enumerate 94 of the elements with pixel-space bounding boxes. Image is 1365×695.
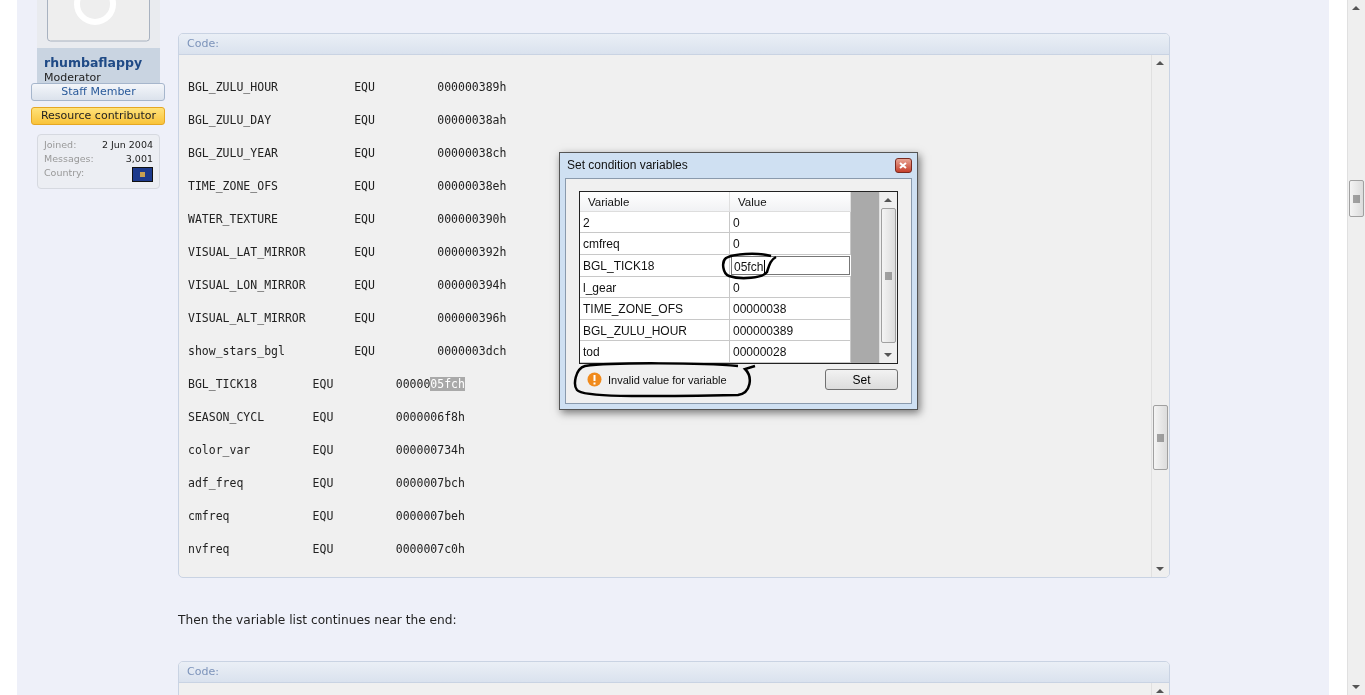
code-symbol: BGL_ZULU_HOUR	[188, 80, 278, 94]
dialog-title: Set condition variables	[567, 158, 688, 172]
code-symbol: color_var	[188, 443, 251, 457]
paragraph: Then the variable list continues near the end:	[178, 613, 457, 627]
scroll-thumb[interactable]	[1153, 405, 1168, 470]
code-header: Code:	[179, 34, 1169, 55]
code-symbol: SEASON_CYCL	[188, 410, 265, 424]
scroll-up-icon[interactable]	[884, 197, 893, 203]
value-input[interactable]: 05fch	[731, 255, 850, 275]
user-banner: Resource contributor	[31, 107, 166, 125]
close-icon	[899, 161, 908, 169]
grid-cell[interactable]: 00000038	[730, 298, 851, 319]
code-symbol: BGL_ZULU_DAY	[188, 113, 272, 127]
code-keyword: EQU	[312, 410, 334, 424]
code-keyword: EQU	[312, 509, 334, 523]
scroll-thumb[interactable]	[1349, 180, 1364, 217]
code-value: 000000734h	[395, 443, 465, 457]
code-value: 000000394h	[437, 278, 507, 292]
code-value: 0000007bch	[395, 476, 465, 490]
scroll-up-icon[interactable]	[1156, 688, 1165, 694]
code-value: 00000038ah	[437, 113, 507, 127]
code-symbol: nvfreq	[188, 542, 230, 556]
grid-cell[interactable]: 0	[730, 211, 851, 233]
scrollbar[interactable]	[1151, 55, 1169, 577]
scroll-up-icon[interactable]	[1352, 5, 1361, 11]
user-name[interactable]: rhumbaflappy	[37, 48, 160, 70]
error-message: Invalid value for variable	[608, 373, 727, 386]
scrollbar[interactable]	[1347, 0, 1365, 695]
code-symbol: WATER_TEXTURE	[188, 212, 278, 226]
code-value: 0000003dch	[437, 344, 507, 358]
scroll-down-icon[interactable]	[1352, 684, 1361, 690]
code-symbol: BGL_TICK18	[188, 377, 258, 391]
code-keyword: EQU	[312, 377, 334, 391]
scroll-thumb[interactable]	[881, 208, 896, 343]
selected-text: 05fch	[430, 377, 465, 391]
code-keyword: EQU	[354, 146, 375, 160]
code-header: Code:	[179, 662, 1169, 683]
warning-icon	[587, 372, 602, 387]
code-value: 00000038eh	[437, 179, 507, 193]
code-keyword: EQU	[312, 542, 334, 556]
scroll-down-icon[interactable]	[1156, 566, 1165, 572]
code-symbol: VISUAL_ALT_MIRROR	[188, 311, 306, 325]
info-label: Country:	[44, 167, 86, 180]
flag-icon	[132, 167, 153, 182]
grid-cell[interactable]: BGL_TICK18	[580, 254, 730, 276]
code-symbol: BGL_ZULU_YEAR	[188, 146, 278, 160]
code-symbol: adf_freq	[188, 476, 244, 490]
grid-cell[interactable]: BGL_ZULU_HOUR	[580, 319, 730, 341]
code-symbol: VISUAL_LON_MIRROR	[188, 278, 306, 292]
column-header[interactable]: Variable	[580, 192, 730, 211]
grid-cell[interactable]: l_gear	[580, 276, 730, 298]
grid-cell[interactable]: 00000028	[730, 341, 851, 362]
user-title: Moderator	[43, 70, 102, 85]
code-value: 000000389h	[437, 80, 507, 94]
code-keyword: EQU	[354, 278, 375, 292]
grid-cell[interactable]: 000000389	[730, 319, 851, 341]
grid-cell[interactable]: 0	[730, 276, 851, 298]
code-value: 0000007beh	[395, 509, 465, 523]
code-keyword: EQU	[354, 113, 375, 127]
code-value: 0000005fch	[395, 377, 465, 391]
info-value: 3,001	[125, 153, 153, 164]
column-header[interactable]: Value	[730, 192, 851, 211]
code-value: 0000006f8h	[395, 410, 465, 424]
code-keyword: EQU	[354, 212, 375, 226]
grid-cell[interactable]: cmfreq	[580, 233, 730, 254]
code-symbol: show_stars_bgl	[188, 344, 285, 358]
code-symbol: VISUAL_LAT_MIRROR	[188, 245, 306, 259]
code-keyword: EQU	[354, 311, 375, 325]
info-label: Joined:	[44, 139, 78, 150]
code-value: 00000038ch	[437, 146, 507, 160]
code-symbol: cmfreq	[188, 509, 230, 523]
code-value: 000000392h	[437, 245, 507, 259]
grid-cell[interactable]: 2	[580, 211, 730, 233]
scrollbar[interactable]	[879, 192, 897, 363]
scroll-down-icon[interactable]	[884, 352, 893, 358]
code-value: 000000396h	[437, 311, 507, 325]
info-value: 2 Jun 2004	[101, 139, 153, 150]
set-button[interactable]: Set	[825, 369, 898, 390]
grid-cell[interactable]: 0	[730, 233, 851, 254]
info-label: Messages:	[44, 153, 94, 164]
grid-cell[interactable]: TIME_ZONE_OFS	[580, 298, 730, 319]
code-value: 000000390h	[437, 212, 507, 226]
grid-cell[interactable]: tod	[580, 341, 730, 362]
code-keyword: EQU	[354, 80, 375, 94]
close-button[interactable]	[895, 157, 912, 173]
scroll-up-icon[interactable]	[1156, 60, 1165, 66]
code-keyword: EQU	[354, 245, 375, 259]
code-keyword: EQU	[354, 344, 375, 358]
code-symbol: TIME_ZONE_OFS	[188, 179, 278, 193]
code-keyword: EQU	[312, 476, 334, 490]
code-value: 0000007c0h	[395, 542, 465, 556]
code-keyword: EQU	[354, 179, 375, 193]
code-keyword: EQU	[312, 443, 334, 457]
user-banner: Staff Member	[31, 83, 166, 101]
